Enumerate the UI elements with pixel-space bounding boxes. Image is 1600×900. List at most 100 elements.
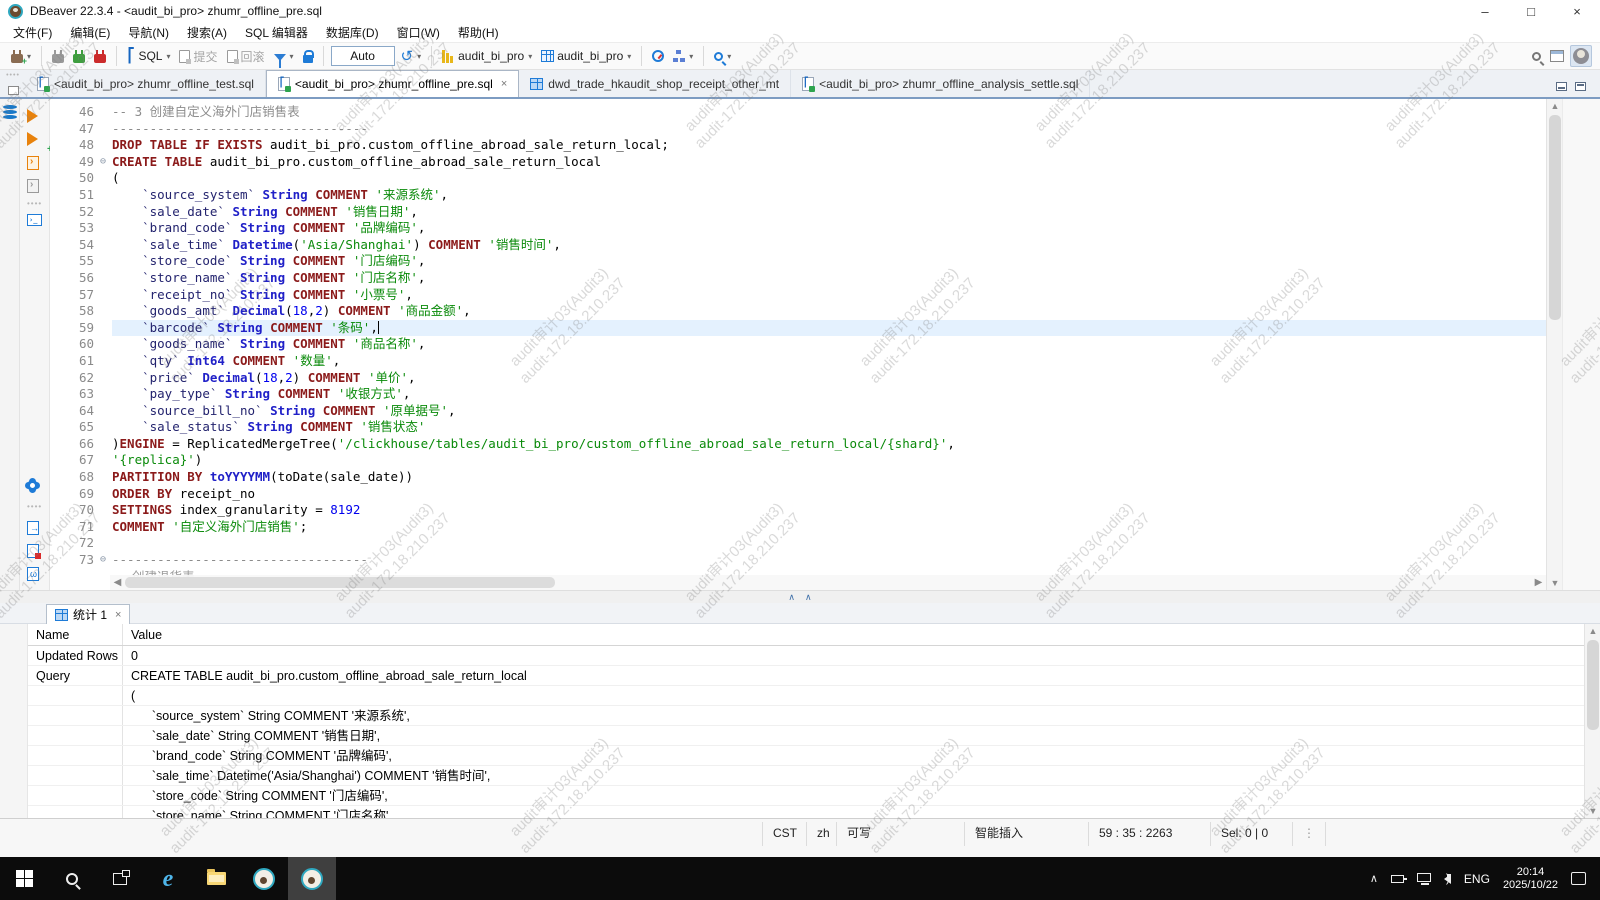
fold-collapse-icon[interactable]: ⊖ <box>94 154 112 171</box>
commit-button[interactable]: 提交 <box>176 46 220 67</box>
row-name-cell[interactable] <box>28 686 123 705</box>
database-selector[interactable]: audit_bi_pro▾ <box>538 47 634 65</box>
code-line[interactable]: 62 `price` Decimal(18,2) COMMENT '单价', <box>50 370 1546 387</box>
editor-tab[interactable]: <audit_bi_pro> zhumr_offline_test.sql <box>26 70 266 97</box>
menu-item[interactable]: 搜索(A) <box>178 22 236 43</box>
code-line[interactable]: 53 `brand_code` String COMMENT '品牌编码', <box>50 220 1546 237</box>
maximize-button[interactable]: □ <box>1508 0 1554 22</box>
table-row[interactable]: `sale_time` Datetime('Asia/Shanghai') CO… <box>28 766 1584 786</box>
perspective-button[interactable] <box>1547 48 1567 64</box>
code-line[interactable]: 54 `sale_time` Datetime('Asia/Shanghai')… <box>50 237 1546 254</box>
editor-tab[interactable]: <audit_bi_pro> zhumr_offline_analysis_se… <box>791 70 1090 97</box>
scroll-up-icon[interactable]: ▲ <box>1547 101 1563 111</box>
menu-item[interactable]: 文件(F) <box>4 22 61 43</box>
minimize-panel-icon[interactable] <box>1556 82 1567 91</box>
row-name-cell[interactable]: Updated Rows <box>28 646 123 665</box>
table-row[interactable]: `store_name` String COMMENT '门店名称', <box>28 806 1584 818</box>
column-header-name[interactable]: Name <box>28 624 123 645</box>
explain-plan-button[interactable] <box>27 179 39 193</box>
connection-selector[interactable]: audit_bi_pro▾ <box>439 47 535 65</box>
code-line[interactable]: 61 `qty` Int64 COMMENT '数量', <box>50 353 1546 370</box>
scroll-up-icon[interactable]: ▲ <box>1585 626 1600 636</box>
code-line[interactable]: 60 `goods_name` String COMMENT '商品名称', <box>50 336 1546 353</box>
row-name-cell[interactable]: Query <box>28 666 123 685</box>
language-indicator[interactable]: ENG <box>1464 872 1490 886</box>
row-value-cell[interactable]: `sale_date` String COMMENT '销售日期', <box>123 726 1584 745</box>
table-row[interactable]: ( <box>28 686 1584 706</box>
dbeaver-taskbar-button-active[interactable] <box>288 857 336 900</box>
statusbar-cell[interactable]: 59 : 35 : 2263 <box>1088 822 1210 846</box>
restore-view-icon[interactable] <box>8 86 19 95</box>
toolbar-search-button[interactable]: ▾ <box>711 50 734 63</box>
execute-new-tab-button[interactable] <box>27 132 38 146</box>
new-connection-button[interactable]: +▾ <box>8 48 34 65</box>
internet-explorer-button[interactable]: e <box>144 857 192 900</box>
editor-hscrollbar[interactable]: ◀ ▶ <box>110 575 1546 590</box>
code-line[interactable]: 67'{replica}') <box>50 452 1546 469</box>
file-explorer-button[interactable] <box>192 857 240 900</box>
close-icon[interactable]: × <box>501 78 507 90</box>
table-row[interactable]: Updated Rows0 <box>28 646 1584 666</box>
menu-item[interactable]: 数据库(D) <box>317 22 388 43</box>
editor-vscrollbar[interactable]: ▲ ▼ <box>1546 99 1562 590</box>
sql-editor-button[interactable]: ⎡SQL▾ <box>124 46 173 66</box>
statusbar-cell[interactable]: 智能插入 <box>964 822 1088 846</box>
scroll-down-icon[interactable]: ▼ <box>1585 806 1600 816</box>
notification-center-icon[interactable] <box>1571 872 1586 885</box>
table-row[interactable]: QueryCREATE TABLE audit_bi_pro.custom_of… <box>28 666 1584 686</box>
menu-item[interactable]: SQL 编辑器 <box>236 22 317 43</box>
menu-item[interactable]: 窗口(W) <box>388 22 449 43</box>
execute-statement-button[interactable] <box>27 109 38 123</box>
reconnect-button[interactable] <box>70 48 88 65</box>
table-row[interactable]: `store_code` String COMMENT '门店编码', <box>28 786 1584 806</box>
code-line[interactable]: 73⊖---------------------------------- <box>50 552 1546 569</box>
vscroll-thumb[interactable] <box>1549 115 1561 320</box>
vscroll-thumb[interactable] <box>1587 640 1599 730</box>
code-line[interactable]: 55 `store_code` String COMMENT '门店编码', <box>50 253 1546 270</box>
code-line[interactable]: 50( <box>50 170 1546 187</box>
row-name-cell[interactable] <box>28 726 123 745</box>
menu-item[interactable]: 帮助(H) <box>449 22 508 43</box>
execute-script-button[interactable] <box>27 156 39 170</box>
code-line[interactable]: 58 `goods_amt` Decimal(18,2) COMMENT '商品… <box>50 303 1546 320</box>
row-value-cell[interactable]: ( <box>123 686 1584 705</box>
row-value-cell[interactable]: 0 <box>123 646 1584 665</box>
row-value-cell[interactable]: CREATE TABLE audit_bi_pro.custom_offline… <box>123 666 1584 685</box>
row-name-cell[interactable] <box>28 746 123 765</box>
speaker-icon[interactable] <box>1444 874 1451 884</box>
dbeaver-taskbar-button[interactable] <box>240 857 288 900</box>
row-value-cell[interactable]: `sale_time` Datetime('Asia/Shanghai') CO… <box>123 766 1584 785</box>
validate-script-button[interactable] <box>27 544 39 558</box>
row-value-cell[interactable]: `store_name` String COMMENT '门店名称', <box>123 806 1584 818</box>
row-name-cell[interactable] <box>28 706 123 725</box>
statusbar-overflow-icon[interactable]: ⋮ <box>1292 822 1325 846</box>
code-line[interactable]: 59 `barcode` String COMMENT '条码', <box>50 320 1546 337</box>
code-line[interactable]: 47---------------------------------- <box>50 121 1546 138</box>
close-icon[interactable]: × <box>115 609 121 621</box>
code-line[interactable]: 51 `source_system` String COMMENT '来源系统'… <box>50 187 1546 204</box>
statistics-tab[interactable]: 统计 1 × <box>46 604 130 624</box>
rollback-button[interactable]: 回滚 <box>224 46 268 67</box>
row-value-cell[interactable]: `store_code` String COMMENT '门店编码', <box>123 786 1584 805</box>
output-console-button[interactable]: ›_ <box>27 214 42 226</box>
hscroll-thumb[interactable] <box>125 577 555 588</box>
scroll-down-icon[interactable]: ▼ <box>1547 578 1563 588</box>
transaction-lock-button[interactable] <box>300 47 316 65</box>
usb-icon[interactable] <box>1391 875 1404 883</box>
code-line[interactable]: 46-- 3 创建自定义海外门店销售表 <box>50 104 1546 121</box>
code-line[interactable]: 71COMMENT '自定义海外门店销售'; <box>50 519 1546 536</box>
code-line[interactable]: 48DROP TABLE IF EXISTS audit_bi_pro.cust… <box>50 137 1546 154</box>
table-row[interactable]: `brand_code` String COMMENT '品牌编码', <box>28 746 1584 766</box>
transaction-filter-button[interactable]: ▾ <box>271 50 297 63</box>
results-vscrollbar[interactable]: ▲ ▼ <box>1584 624 1600 818</box>
profile-button[interactable] <box>1570 45 1592 67</box>
code-line[interactable]: 49⊖CREATE TABLE audit_bi_pro.custom_offl… <box>50 154 1546 171</box>
table-row[interactable]: `sale_date` String COMMENT '销售日期', <box>28 726 1584 746</box>
project-button[interactable]: ▾ <box>670 48 696 64</box>
minimize-button[interactable]: – <box>1462 0 1508 22</box>
sql-editor[interactable]: 46-- 3 创建自定义海外门店销售表47-------------------… <box>50 99 1546 590</box>
panel-sash[interactable]: ∧∧ <box>0 590 1600 603</box>
table-row[interactable]: `source_system` String COMMENT '来源系统', <box>28 706 1584 726</box>
database-navigator-icon[interactable] <box>3 105 17 119</box>
scroll-right-icon[interactable]: ▶ <box>1531 577 1546 588</box>
